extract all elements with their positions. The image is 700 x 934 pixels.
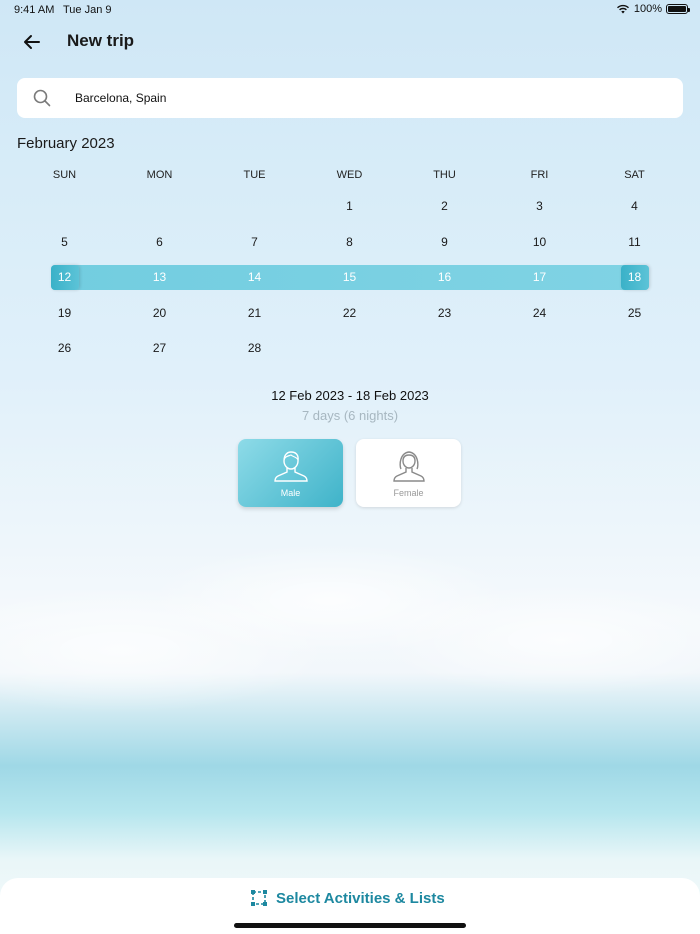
calendar-day[interactable]: 7 [207,225,302,260]
calendar-day[interactable]: 10 [492,225,587,260]
calendar-day[interactable]: 24 [492,296,587,331]
calendar-day[interactable]: 13 [112,260,207,295]
calendar-day[interactable]: 6 [112,225,207,260]
status-indicators: 100% [616,3,690,15]
weekday-wed: WED [336,169,363,181]
home-indicator [234,923,466,928]
calendar-day[interactable]: 16 [397,260,492,295]
status-time: 9:41 AM [14,4,55,16]
selection-frame-icon [251,890,267,906]
calendar-day[interactable]: 14 [207,260,302,295]
weekday-thu: THU [433,169,456,181]
calendar-day[interactable]: 28 [207,331,302,366]
select-activities-button[interactable]: Select Activities & Lists [250,886,445,910]
calendar-day[interactable]: 21 [207,296,302,331]
male-avatar-icon [274,451,308,482]
calendar-day[interactable]: 18 [587,260,682,295]
status-bar: 9:41 AM Tue Jan 9 100% [0,0,700,20]
calendar-day[interactable]: 12 [17,260,112,295]
page-title: New trip [67,31,135,50]
month-title: February 2023 [17,135,115,152]
calendar-day[interactable]: 26 [17,331,112,366]
calendar-day[interactable]: 3 [492,189,587,224]
status-date: Tue Jan 9 [63,4,112,16]
weekday-header: SUN MON TUE WED THU FRI SAT [17,169,683,183]
trip-duration: 7 days (6 nights) [301,408,399,423]
weekday-sat: SAT [624,169,645,181]
calendar-day[interactable]: 20 [112,296,207,331]
selected-date-range: 12 Feb 2023 - 18 Feb 2023 [271,388,429,403]
calendar-day[interactable]: 1 [302,189,397,224]
gender-female-label: Female [393,488,424,498]
select-activities-label: Select Activities & Lists [276,889,445,907]
calendar-day[interactable]: 11 [587,225,682,260]
search-box[interactable] [17,78,683,118]
calendar-day[interactable]: 15 [302,260,397,295]
calendar-day[interactable]: 19 [17,296,112,331]
gender-male-button[interactable]: Male [238,439,343,507]
calendar-day[interactable]: 8 [302,225,397,260]
background-clouds [0,480,700,740]
weekday-sun: SUN [52,169,77,181]
calendar-day[interactable]: 27 [112,331,207,366]
wifi-icon [616,4,629,14]
gender-female-button[interactable]: Female [356,439,461,507]
calendar-day[interactable]: 22 [302,296,397,331]
calendar-day[interactable]: 9 [397,225,492,260]
calendar-day[interactable]: 25 [587,296,682,331]
weekday-mon: MON [146,169,173,181]
calendar-day[interactable]: 5 [17,225,112,260]
female-avatar-icon [393,451,425,482]
battery-icon [666,4,690,14]
search-icon [33,89,51,107]
calendar-day[interactable]: 17 [492,260,587,295]
battery-percent: 100% [633,3,662,15]
arrow-left-icon[interactable] [20,30,44,54]
calendar-day[interactable]: 23 [397,296,492,331]
calendar-day[interactable]: 4 [587,189,682,224]
search-input[interactable] [75,78,675,118]
weekday-tue: TUE [243,169,266,181]
calendar-day[interactable]: 2 [397,189,492,224]
weekday-fri: FRI [530,169,549,181]
gender-male-label: Male [280,488,301,498]
